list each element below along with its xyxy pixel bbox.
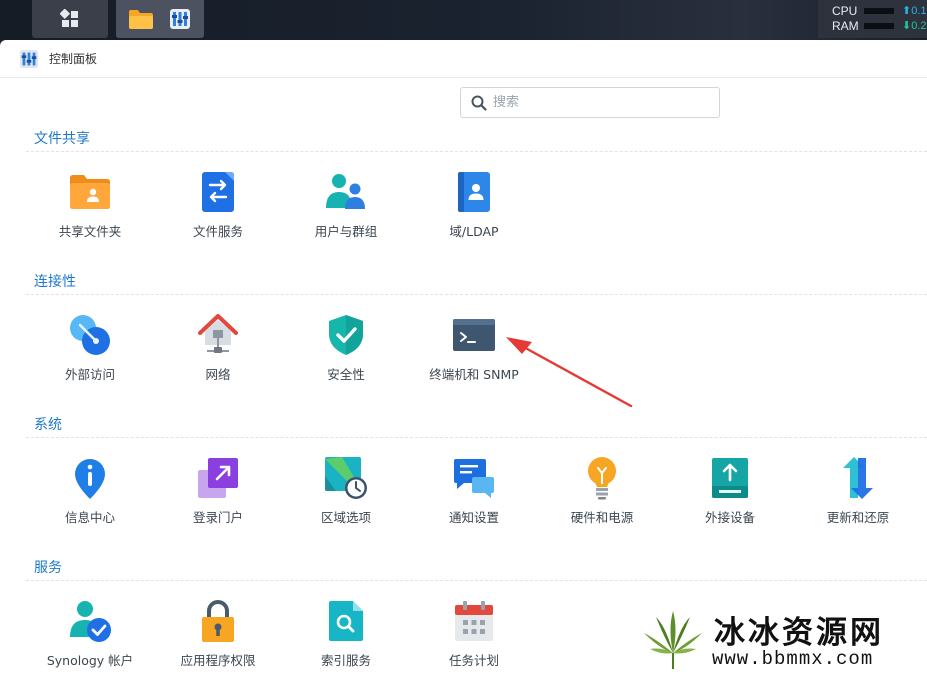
search-input[interactable] [493,95,713,110]
ram-value: ⬇0.2 [902,20,927,32]
notification-icon [454,459,494,498]
info-icon [75,459,105,499]
item-label: 登录门户 [192,510,243,525]
section-divider [26,294,927,295]
item-label: 安全性 [327,367,365,382]
item-task-scheduler[interactable]: 任务计划 [410,599,538,677]
item-label: 应用程序权限 [180,653,256,668]
index-search-icon [329,601,363,641]
synology-account-icon [70,601,111,642]
section-title-file-sharing: 文件共享 [34,131,90,147]
item-users-groups[interactable]: 用户与群组 [282,170,410,254]
item-label: 域/LDAP [449,224,499,239]
window-title: 控制面板 [49,52,98,66]
item-external-access[interactable]: 外部访问 [26,313,154,397]
terminal-icon [453,319,495,351]
taskbar-apps [116,0,204,38]
item-info-center[interactable]: 信息中心 [26,456,154,540]
cpu-row: CPU ⬆0.1 [832,3,927,18]
watermark-title: 冰冰资源网 [714,615,884,651]
shared-folder-icon [70,175,110,209]
cpu-label: CPU [832,3,858,18]
item-indexing-service[interactable]: 索引服务 [282,599,410,677]
item-update-restore[interactable]: 更新和还原 [794,456,922,540]
external-access-icon [70,315,110,355]
lock-icon [202,600,234,642]
item-label: Synology 帐户 [46,653,134,668]
update-restore-icon [843,457,873,499]
section-title-system: 系统 [34,417,62,433]
main-menu-button[interactable] [32,0,108,38]
item-label: 更新和还原 [826,510,890,525]
item-label: 网络 [205,367,231,382]
search-icon [471,95,487,111]
item-label: 外接设备 [704,510,755,525]
network-icon [198,314,238,353]
item-synology-account[interactable]: Synology 帐户 [26,599,154,677]
item-file-services[interactable]: 文件服务 [154,170,282,254]
item-label: 通知设置 [448,510,499,525]
lightbulb-icon [588,457,616,500]
ram-label: RAM [832,18,859,33]
item-label: 外部访问 [64,367,115,382]
item-label: 文件服务 [192,224,243,239]
item-hardware-power[interactable]: 硬件和电源 [538,456,666,540]
control-panel-window: 控制面板 文件共享 共享文件夹 文件服务 [0,40,927,677]
section-divider [26,580,927,581]
item-application-privileges[interactable]: 应用程序权限 [154,599,282,677]
file-services-icon [202,172,234,212]
item-notification-settings[interactable]: 通知设置 [410,456,538,540]
shield-icon [329,315,363,355]
cpu-bar [864,7,894,14]
search-box[interactable] [460,87,720,118]
item-label: 硬件和电源 [570,510,634,525]
item-label: 信息中心 [64,510,115,525]
window-titlebar[interactable]: 控制面板 [0,40,927,78]
section-title-services: 服务 [34,560,62,576]
users-groups-icon [326,174,365,209]
watermark: 冰冰资源网 www.bbmmx.com [636,603,927,677]
item-external-devices[interactable]: 外接设备 [666,456,794,540]
section-title-connectivity: 连接性 [34,274,76,290]
login-portal-icon [198,458,238,498]
item-label: 用户与群组 [314,224,378,239]
cpu-value: ⬆0.1 [902,5,927,17]
regional-options-icon [325,457,367,499]
item-label: 共享文件夹 [58,224,122,239]
section-divider [26,437,927,438]
taskbar: CPU ⬆0.1 RAM ⬇0.2 [0,0,927,40]
item-label: 任务计划 [448,653,499,668]
leaf-logo-icon [644,611,702,669]
section-divider [26,151,927,152]
item-label: 区域选项 [320,510,371,525]
item-shared-folder[interactable]: 共享文件夹 [26,170,154,254]
control-panel-taskbar-icon[interactable] [168,7,192,31]
ram-row: RAM ⬇0.2 [832,18,927,33]
grid-icon [60,9,78,27]
item-terminal-snmp[interactable]: 终端机和 SNMP [410,313,538,397]
domain-ldap-icon [458,172,490,212]
calendar-icon [455,601,493,641]
item-login-portal[interactable]: 登录门户 [154,456,282,540]
file-station-icon[interactable] [128,8,154,30]
control-panel-icon [19,49,39,68]
item-label: 终端机和 SNMP [429,367,519,382]
item-regional-options[interactable]: 区域选项 [282,456,410,540]
resource-monitor-widget[interactable]: CPU ⬆0.1 RAM ⬇0.2 [818,0,927,38]
ram-bar [864,22,894,29]
item-network[interactable]: 网络 [154,313,282,397]
item-domain-ldap[interactable]: 域/LDAP [410,170,538,254]
watermark-url: www.bbmmx.com [712,648,874,670]
item-security[interactable]: 安全性 [282,313,410,397]
external-device-icon [712,458,748,498]
item-label: 索引服务 [320,653,371,668]
